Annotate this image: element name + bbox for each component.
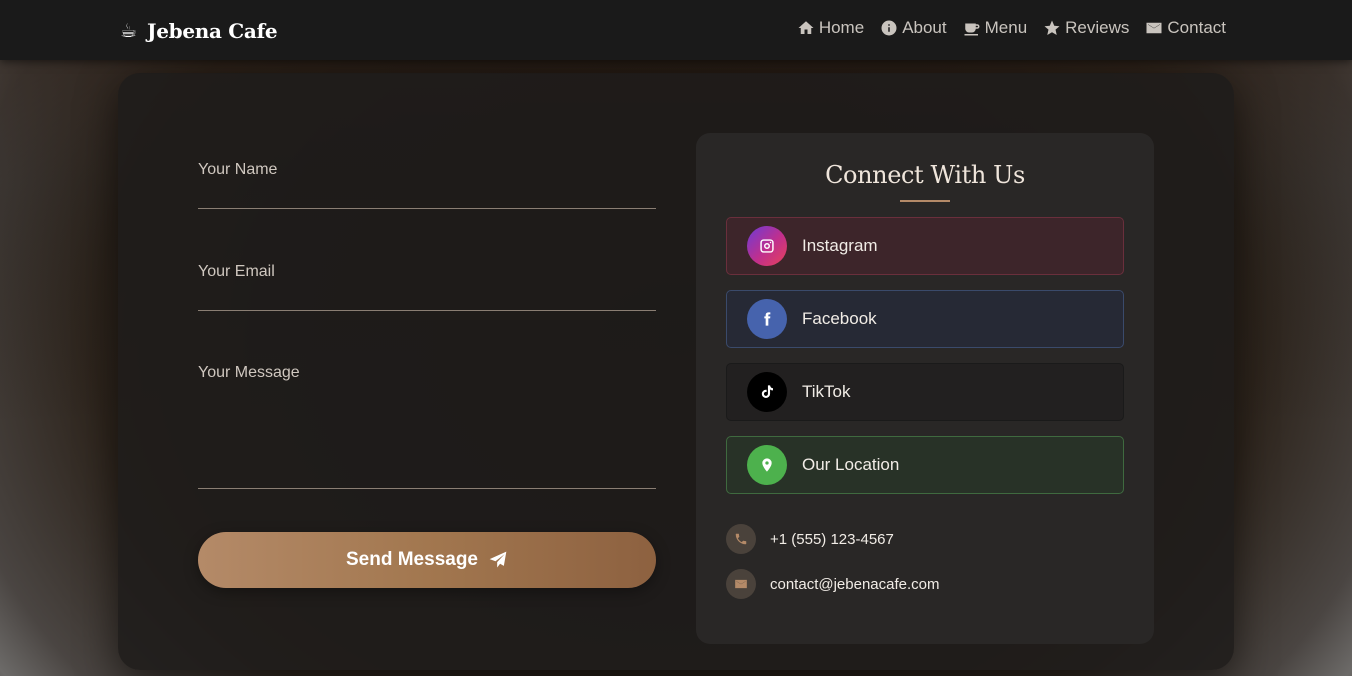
instagram-link[interactable]: Instagram bbox=[726, 217, 1124, 275]
contact-card: Your Name Your Email Your Message Send M… bbox=[118, 73, 1234, 670]
tiktok-label: TikTok bbox=[802, 382, 851, 401]
email-address: contact@jebenacafe.com bbox=[770, 575, 940, 593]
nav-link-contact[interactable]: Contact bbox=[1145, 18, 1226, 38]
message-field[interactable]: Your Message bbox=[198, 336, 656, 489]
message-field-label: Your Message bbox=[198, 364, 300, 381]
nav-label-contact: Contact bbox=[1167, 18, 1226, 37]
connect-panel: Connect With Us Instagram Facebook TikTo… bbox=[696, 133, 1154, 644]
title-underline bbox=[900, 200, 950, 202]
connect-title: Connect With Us bbox=[825, 161, 1025, 189]
facebook-link[interactable]: Facebook bbox=[726, 290, 1124, 348]
brand-name: Jebena Cafe bbox=[147, 19, 278, 43]
nav-link-home[interactable]: Home bbox=[797, 18, 864, 38]
instagram-label: Instagram bbox=[802, 236, 878, 255]
facebook-icon bbox=[747, 299, 787, 339]
star-icon bbox=[1044, 20, 1060, 35]
email-field-label: Your Email bbox=[198, 263, 275, 280]
tiktok-icon bbox=[747, 372, 787, 412]
send-message-label: Send Message bbox=[346, 549, 478, 570]
instagram-icon bbox=[747, 226, 787, 266]
nav-link-about[interactable]: About bbox=[880, 18, 947, 38]
nav-label-menu: Menu bbox=[984, 18, 1028, 37]
paper-plane-icon bbox=[489, 551, 507, 568]
email-line[interactable]: contact@jebenacafe.com bbox=[726, 569, 940, 599]
nav-label-reviews: Reviews bbox=[1065, 18, 1130, 37]
coffee-mug-icon bbox=[964, 23, 980, 36]
location-pin-icon bbox=[747, 445, 787, 485]
nav-label-home: Home bbox=[818, 18, 865, 37]
info-icon bbox=[881, 20, 897, 36]
phone-line[interactable]: +1 (555) 123-4567 bbox=[726, 524, 894, 554]
send-message-button[interactable]: Send Message bbox=[198, 532, 656, 588]
facebook-label: Facebook bbox=[802, 309, 877, 328]
home-icon bbox=[798, 21, 814, 34]
location-label: Our Location bbox=[802, 455, 900, 474]
email-field[interactable]: Your Email bbox=[198, 235, 656, 311]
tiktok-link[interactable]: TikTok bbox=[726, 363, 1124, 421]
name-field[interactable]: Your Name bbox=[198, 133, 656, 209]
nav-label-about: About bbox=[902, 18, 947, 37]
name-field-label: Your Name bbox=[198, 161, 278, 178]
brand[interactable]: ☕ Jebena Cafe bbox=[120, 17, 278, 45]
phone-number: +1 (555) 123-4567 bbox=[770, 530, 894, 548]
navbar: ☕ Jebena Cafe Home About Menu Reviews Co… bbox=[0, 0, 1352, 60]
nav-link-reviews[interactable]: Reviews bbox=[1043, 18, 1129, 38]
coffee-cup-icon: ☕ bbox=[120, 19, 138, 42]
phone-icon bbox=[726, 524, 756, 554]
envelope-icon bbox=[1146, 22, 1162, 34]
nav-links: Home About Menu Reviews Contact bbox=[797, 18, 1226, 38]
location-link[interactable]: Our Location bbox=[726, 436, 1124, 494]
nav-link-menu[interactable]: Menu bbox=[963, 18, 1028, 38]
envelope-icon bbox=[726, 569, 756, 599]
